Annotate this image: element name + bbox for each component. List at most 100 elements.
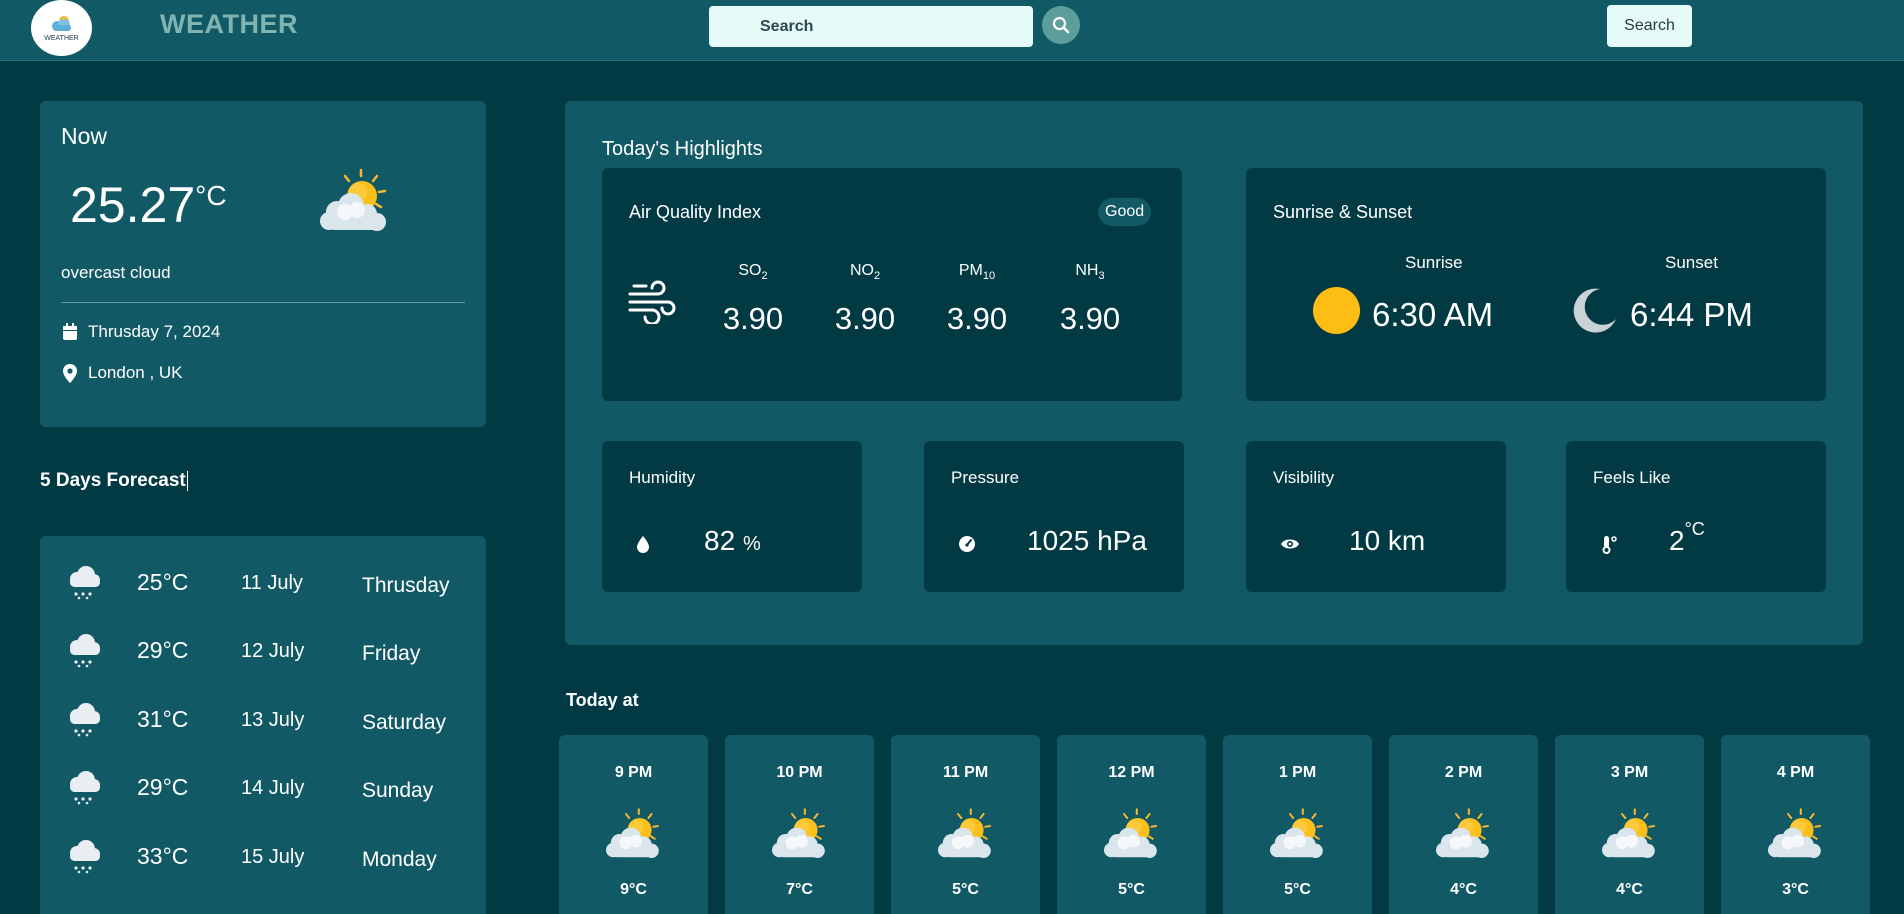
hour-time: 11 PM bbox=[942, 764, 989, 781]
partly-cloudy-icon bbox=[1100, 806, 1164, 862]
forecast-row: 33°C 15 July Monday bbox=[40, 837, 486, 877]
forecast-date: 13 July bbox=[241, 709, 305, 731]
pm10-sub: 10 bbox=[982, 270, 996, 283]
no2-label: NO bbox=[849, 262, 874, 279]
hour-temp: 4°C bbox=[1616, 881, 1643, 898]
highlights-title: Today's Highlights bbox=[602, 138, 763, 160]
hour-time: 12 PM bbox=[1108, 764, 1155, 781]
forecast-row: 25°C 11 July Thrusday bbox=[40, 563, 486, 603]
pm10-metric: PM10 3.90 bbox=[932, 262, 1022, 337]
so2-value: 3.90 bbox=[722, 301, 784, 337]
current-temp-unit: °C bbox=[195, 180, 227, 211]
hourly-card: 9 PM 9°C bbox=[559, 735, 708, 914]
forecast-row: 29°C 12 July Friday bbox=[40, 631, 486, 671]
partly-cloudy-icon bbox=[315, 166, 395, 236]
partly-cloudy-icon bbox=[934, 806, 998, 862]
droplet-icon bbox=[637, 536, 649, 553]
hour-temp: 9°C bbox=[620, 881, 647, 898]
snow-cloud-icon bbox=[64, 565, 104, 601]
partly-cloudy-icon bbox=[1764, 806, 1828, 862]
hourly-card: 4 PM 3°C bbox=[1721, 735, 1870, 914]
search-icon bbox=[1052, 16, 1070, 34]
forecast-temp: 33°C bbox=[137, 843, 189, 869]
no2-metric: NO2 3.90 bbox=[820, 262, 910, 337]
visibility-card: Visibility 10 km bbox=[1246, 441, 1506, 592]
forecast-temp: 31°C bbox=[137, 706, 189, 732]
sunrise-time: 6:30 AM bbox=[1372, 296, 1494, 333]
highlights-card: Today's Highlights Air Quality Index Goo… bbox=[565, 101, 1863, 645]
sun-title: Sunrise & Sunset bbox=[1273, 202, 1413, 222]
snow-cloud-icon bbox=[64, 770, 104, 806]
forecast-row: 31°C 13 July Saturday bbox=[40, 700, 486, 740]
location-row: London , UK bbox=[61, 363, 183, 383]
hourly-card: 2 PM 4°C bbox=[1389, 735, 1538, 914]
pressure-card: Pressure 1025 hPa bbox=[924, 441, 1184, 592]
logo[interactable]: WEATHER bbox=[31, 0, 92, 56]
humidity-value-wrap: 82 % bbox=[704, 525, 761, 557]
logo-text: WEATHER bbox=[44, 34, 79, 42]
partly-cloudy-icon bbox=[1598, 806, 1662, 862]
hourly-card: 1 PM 5°C bbox=[1223, 735, 1372, 914]
search-icon-button[interactable] bbox=[1042, 6, 1080, 44]
current-date: Thrusday 7, 2024 bbox=[88, 322, 221, 341]
feels-like-unit: °C bbox=[1684, 519, 1705, 539]
forecast-day: Thrusday bbox=[362, 574, 450, 597]
hour-temp: 5°C bbox=[1118, 881, 1145, 898]
nh3-sub: 3 bbox=[1098, 270, 1105, 283]
hour-time: 1 PM bbox=[1278, 764, 1317, 781]
humidity-title: Humidity bbox=[629, 468, 696, 487]
hourly-card: 12 PM 5°C bbox=[1057, 735, 1206, 914]
weather-description: overcast cloud bbox=[61, 263, 171, 282]
pressure-value: 1025 hPa bbox=[1027, 525, 1147, 556]
air-quality-title: Air Quality Index bbox=[629, 202, 762, 222]
forecast-day: Monday bbox=[362, 848, 437, 871]
hour-time: 4 PM bbox=[1776, 764, 1815, 781]
calendar-icon bbox=[61, 323, 79, 341]
search-button[interactable]: Search bbox=[1607, 5, 1692, 47]
hour-temp: 5°C bbox=[952, 881, 979, 898]
feels-like-value-wrap: 2°C bbox=[1669, 519, 1705, 557]
location-pin-icon bbox=[61, 363, 79, 383]
forecast-day: Saturday bbox=[362, 711, 447, 734]
divider bbox=[61, 302, 465, 303]
feels-like-value: 2 bbox=[1669, 525, 1685, 556]
nh3-value: 3.90 bbox=[1059, 301, 1121, 337]
no2-value: 3.90 bbox=[834, 301, 896, 337]
pm10-label: PM bbox=[958, 262, 983, 279]
brand-title: WEATHER bbox=[160, 9, 298, 39]
pressure-title: Pressure bbox=[951, 468, 1020, 487]
hour-time: 3 PM bbox=[1610, 764, 1649, 781]
search-input[interactable] bbox=[709, 6, 1033, 47]
hour-time: 2 PM bbox=[1444, 764, 1483, 781]
forecast-title-text: 5 Days Forecast bbox=[40, 470, 186, 491]
now-label: Now bbox=[61, 123, 108, 149]
hourly-card: 11 PM 5°C bbox=[891, 735, 1040, 914]
forecast-day: Friday bbox=[362, 642, 421, 665]
partly-cloudy-icon bbox=[602, 806, 666, 862]
current-temp-value: 25.27 bbox=[70, 177, 196, 233]
current-weather-card: Now 25.27°C overcast cloud Thrusday 7, 2… bbox=[40, 101, 486, 427]
no2-sub: 2 bbox=[873, 270, 881, 283]
forecast-date: 11 July bbox=[241, 572, 303, 594]
forecast-temp: 25°C bbox=[137, 569, 189, 595]
hour-temp: 7°C bbox=[786, 881, 813, 898]
nh3-label: NH bbox=[1075, 262, 1099, 279]
forecast-title: 5 Days Forecast bbox=[40, 470, 188, 492]
forecast-day: Sunday bbox=[362, 779, 434, 802]
sun-card: Sunrise & Sunset Sunrise 6:30 AM Sunset … bbox=[1246, 168, 1826, 401]
air-quality-badge: Good bbox=[1098, 198, 1152, 226]
sunset-label: Sunset bbox=[1665, 253, 1718, 272]
air-quality-card: Air Quality Index Good SO2 3.90 NO2 3.90… bbox=[602, 168, 1182, 401]
so2-metric: SO2 3.90 bbox=[708, 262, 798, 337]
forecast-date: 15 July bbox=[241, 846, 305, 868]
hourly-card: 3 PM 4°C bbox=[1555, 735, 1704, 914]
humidity-value: 82 bbox=[704, 525, 736, 556]
snow-cloud-icon bbox=[64, 839, 104, 875]
partly-cloudy-icon bbox=[1432, 806, 1496, 862]
current-temperature: 25.27°C bbox=[70, 176, 227, 234]
current-location: London , UK bbox=[88, 363, 183, 382]
gauge-icon bbox=[959, 536, 975, 552]
today-title: Today at bbox=[566, 690, 639, 710]
forecast-temp: 29°C bbox=[137, 637, 189, 663]
app-header: WEATHER WEATHER Search bbox=[0, 0, 1904, 61]
